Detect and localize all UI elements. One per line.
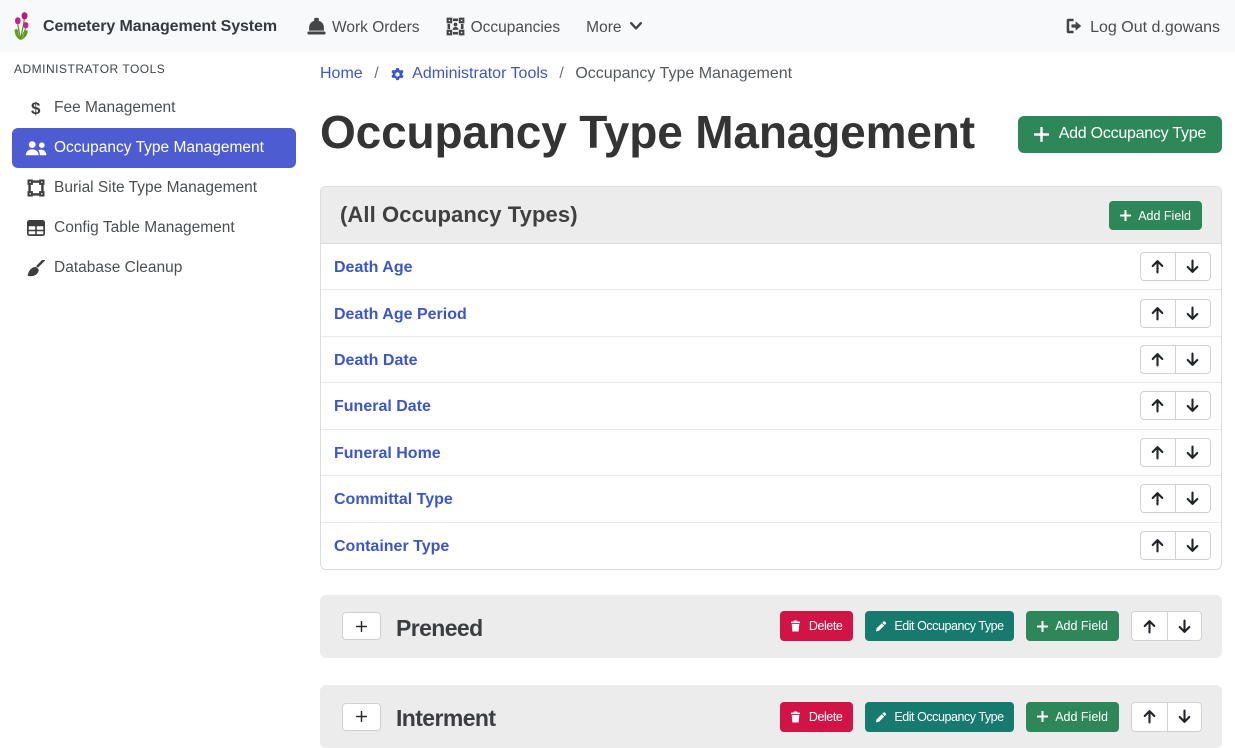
svg-text:$: $ (31, 100, 41, 117)
